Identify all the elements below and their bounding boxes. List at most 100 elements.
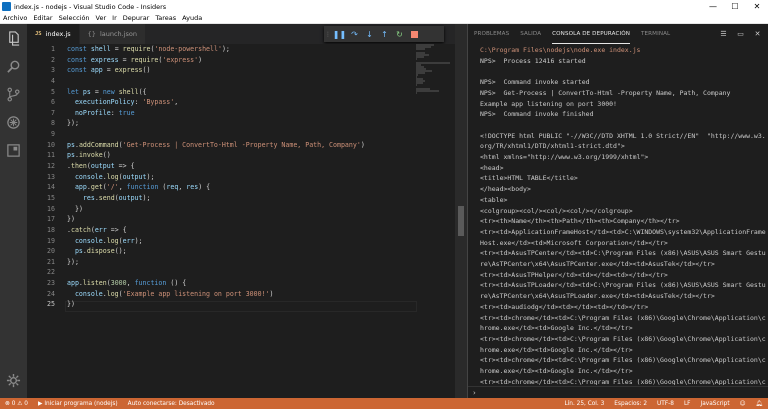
menu-ir[interactable]: Ir (109, 14, 120, 22)
cursor-position[interactable]: Lín. 25, Col. 3 (559, 401, 609, 407)
feedback-icon[interactable]: ☺ (735, 401, 751, 407)
restart-icon[interactable]: ↻ (392, 26, 407, 42)
source-control-icon[interactable] (0, 80, 27, 108)
drag-handle-icon[interactable]: ⋮ (324, 26, 332, 42)
code-line[interactable]: ps.invoke() (67, 150, 412, 161)
tab-consola-depuracion[interactable]: CONSOLA DE DEPURACIÓN (552, 24, 631, 44)
close-window-button[interactable]: ✕ (746, 0, 768, 13)
indentation[interactable]: Espacios: 2 (609, 401, 652, 407)
maximize-panel-icon[interactable]: ▭ (735, 28, 746, 39)
code-line[interactable]: }) (67, 299, 412, 310)
menu-depurar[interactable]: Depurar (120, 14, 153, 22)
step-into-icon[interactable]: ↓ (362, 26, 377, 42)
minimap-line (416, 92, 417, 94)
code-line[interactable]: let ps = new shell({ (67, 87, 412, 98)
menu-archivo[interactable]: Archivo (0, 14, 30, 22)
end-of-line[interactable]: LF (679, 401, 696, 407)
code-area[interactable]: const shell = require('node-powershell')… (67, 44, 412, 310)
console-line: <tr><td>audiodg</td><td></td><td></td></… (480, 302, 649, 311)
code-line[interactable]: const shell = require('node-powershell')… (67, 44, 412, 55)
code-line[interactable] (67, 129, 412, 140)
notifications-icon[interactable]: 🔔︎ (751, 401, 768, 407)
step-out-icon[interactable]: ↑ (377, 26, 392, 42)
code-line[interactable]: }); (67, 118, 412, 129)
menu-tareas[interactable]: Tareas (152, 14, 179, 22)
settings-gear-icon[interactable] (0, 366, 27, 394)
code-line[interactable]: ps.addCommand('Get-Process | ConvertTo-H… (67, 140, 412, 151)
auto-attach-status[interactable]: Auto conectarse: Desactivado (123, 401, 220, 407)
line-number: 22 (47, 268, 55, 277)
line-number: 4 (51, 76, 55, 85)
tab-salida[interactable]: SALIDA (520, 24, 541, 44)
code-line[interactable] (67, 267, 412, 278)
code-line[interactable]: }) (67, 204, 412, 215)
debug-config-label: Iniciar programa (nodejs) (44, 400, 118, 407)
tab-terminal[interactable]: TERMINAL (641, 24, 670, 44)
tab-launch-json[interactable]: {} launch.json (79, 24, 147, 44)
console-line: <tr><td>ApplicationFrameHost</td><td>C:\… (480, 227, 766, 247)
code-line[interactable]: .catch(err => { (67, 225, 412, 236)
debug-icon[interactable] (0, 108, 27, 136)
extensions-icon[interactable] (0, 136, 27, 164)
bottom-panel: PROBLEMAS SALIDA CONSOLA DE DEPURACIÓN T… (467, 24, 768, 398)
close-panel-icon[interactable]: ✕ (752, 28, 763, 39)
encoding[interactable]: UTF-8 (652, 401, 679, 407)
console-line: NPS> Get-Process | ConvertTo-Html -Prope… (480, 88, 731, 97)
console-line: NPS> Command invoke started (480, 78, 590, 87)
code-line[interactable]: app.get('/', function (req, res) { (67, 182, 412, 193)
explorer-icon[interactable] (0, 24, 27, 52)
code-line[interactable] (67, 76, 412, 87)
console-line: <tr><td>AsusTPHelper</td><td></td><td></… (480, 270, 668, 279)
line-number: 23 (47, 279, 55, 288)
tab-index-js[interactable]: JS index.js (27, 24, 80, 44)
line-number: 12 (47, 162, 55, 171)
code-line[interactable]: console.log('Example app listening on po… (67, 289, 412, 300)
code-line[interactable]: executionPolicy: 'Bypass', (67, 97, 412, 108)
code-line[interactable]: }); (67, 257, 412, 268)
panel-sash[interactable] (455, 24, 467, 398)
search-icon[interactable] (0, 52, 27, 80)
errors-status[interactable]: ⊗ 0 ⚠ 0 (0, 401, 33, 407)
code-line[interactable]: console.log(output); (67, 172, 412, 183)
code-line[interactable]: app.listen(3000, function () { (67, 278, 412, 289)
menu-ver[interactable]: Ver (93, 14, 110, 22)
console-line: <tr><td>chrome</td><td>C:\Program Files … (480, 313, 766, 333)
line-number: 10 (47, 140, 55, 149)
menu-seleccion[interactable]: Selección (56, 14, 93, 22)
code-line[interactable]: noProfile: true (67, 108, 412, 119)
code-line[interactable]: const express = require('express') (67, 55, 412, 66)
error-icon: ⊗ (5, 400, 12, 407)
repl-prompt-icon: › (473, 388, 476, 397)
step-over-icon[interactable]: ↷ (347, 26, 362, 42)
stop-icon[interactable] (407, 26, 422, 42)
language-mode[interactable]: JavaScript (696, 401, 735, 407)
minimap[interactable] (416, 44, 450, 94)
code-line[interactable]: .then(output => { (67, 161, 412, 172)
line-number: 8 (51, 119, 55, 128)
status-bar: ⊗ 0 ⚠ 0 ▶ Iniciar programa (nodejs) Auto… (0, 398, 768, 409)
clear-console-icon[interactable]: ☰ (718, 28, 729, 39)
code-line[interactable]: console.log(err); (67, 236, 412, 247)
code-editor[interactable]: 1 2 3 4 5 6 7 8 9 10 11 12 13 14 15 16 17 18 19 20 21 22 23 24 2… (27, 44, 455, 398)
activity-bar (0, 24, 27, 398)
pause-icon[interactable]: ❚❚ (332, 26, 347, 42)
menu-editar[interactable]: Editar (30, 14, 55, 22)
menu-ayuda[interactable]: Ayuda (179, 14, 205, 22)
code-line[interactable]: }) (67, 214, 412, 225)
console-line: <tr><td>chrome</td><td>C:\Program Files … (480, 377, 766, 385)
console-line: <head> (480, 163, 504, 172)
debug-config-status[interactable]: ▶ Iniciar programa (nodejs) (33, 401, 123, 407)
warning-count: 0 (24, 400, 28, 407)
minimize-button[interactable]: — (702, 0, 724, 13)
code-line[interactable]: const app = express() (67, 65, 412, 76)
line-number: 25 (47, 300, 55, 309)
tab-problemas[interactable]: PROBLEMAS (474, 24, 509, 44)
maximize-button[interactable]: ☐ (724, 0, 746, 13)
debug-toolbar: ⋮ ❚❚ ↷ ↓ ↑ ↻ (324, 26, 444, 42)
console-line: <tr><th>Name</th><th>Path</th><th>Compan… (480, 217, 680, 226)
line-number: 9 (51, 130, 55, 139)
sash-handle[interactable] (458, 206, 464, 236)
repl-input[interactable]: › (468, 386, 768, 398)
code-line[interactable]: res.send(output); (67, 193, 412, 204)
code-line[interactable]: ps.dispose(); (67, 246, 412, 257)
